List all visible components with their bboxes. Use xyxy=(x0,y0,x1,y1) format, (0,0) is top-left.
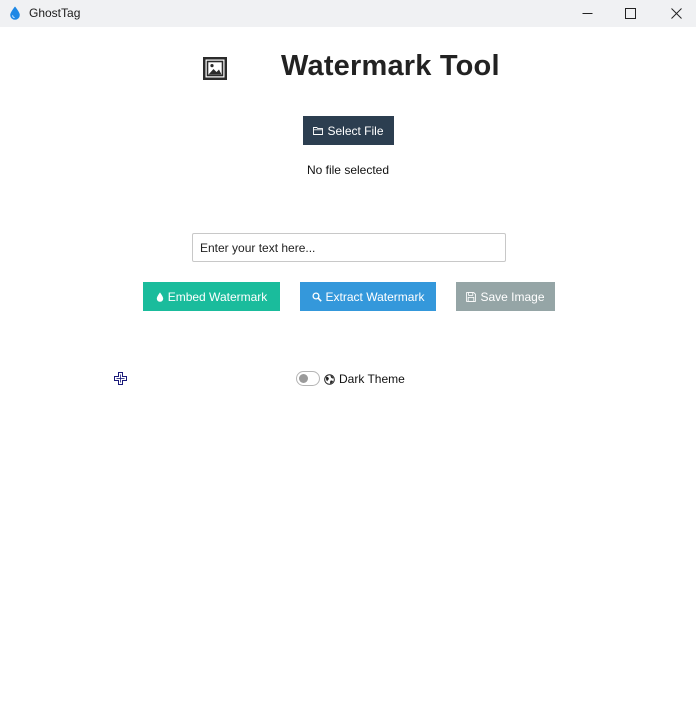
maximize-icon xyxy=(624,8,636,19)
dark-theme-label[interactable]: Dark Theme xyxy=(339,372,405,386)
floppy-disk-icon xyxy=(466,291,477,302)
water-drop-icon xyxy=(156,292,163,302)
maximize-button[interactable] xyxy=(607,0,653,27)
file-status-text: No file selected xyxy=(306,163,390,177)
extract-watermark-button[interactable]: Extract Watermark xyxy=(300,282,436,311)
window-title: GhostTag xyxy=(29,6,81,20)
toggle-knob xyxy=(299,374,308,383)
select-file-label: Select File xyxy=(327,123,384,138)
page-title: Watermark Tool xyxy=(281,50,500,82)
app-window: GhostTag Watermark Tool Select File No f… xyxy=(0,0,696,724)
minimize-icon xyxy=(582,13,592,14)
move-cursor-icon xyxy=(114,372,127,385)
watermark-text-input[interactable] xyxy=(192,233,506,262)
folder-icon xyxy=(313,127,324,135)
extract-watermark-label: Extract Watermark xyxy=(325,289,425,304)
minimize-button[interactable] xyxy=(564,0,610,27)
globe-icon xyxy=(324,374,335,385)
framed-picture-icon xyxy=(203,57,227,80)
save-image-label: Save Image xyxy=(480,289,545,304)
close-icon xyxy=(670,8,682,19)
title-bar[interactable]: GhostTag xyxy=(0,0,696,27)
close-button[interactable] xyxy=(653,0,696,27)
select-file-button[interactable]: Select File xyxy=(303,116,394,145)
magnifier-icon xyxy=(311,291,322,302)
embed-watermark-label: Embed Watermark xyxy=(167,289,268,304)
water-drop-icon xyxy=(10,6,20,20)
save-image-button[interactable]: Save Image xyxy=(456,282,555,311)
embed-watermark-button[interactable]: Embed Watermark xyxy=(143,282,280,311)
dark-theme-toggle[interactable] xyxy=(296,371,320,386)
